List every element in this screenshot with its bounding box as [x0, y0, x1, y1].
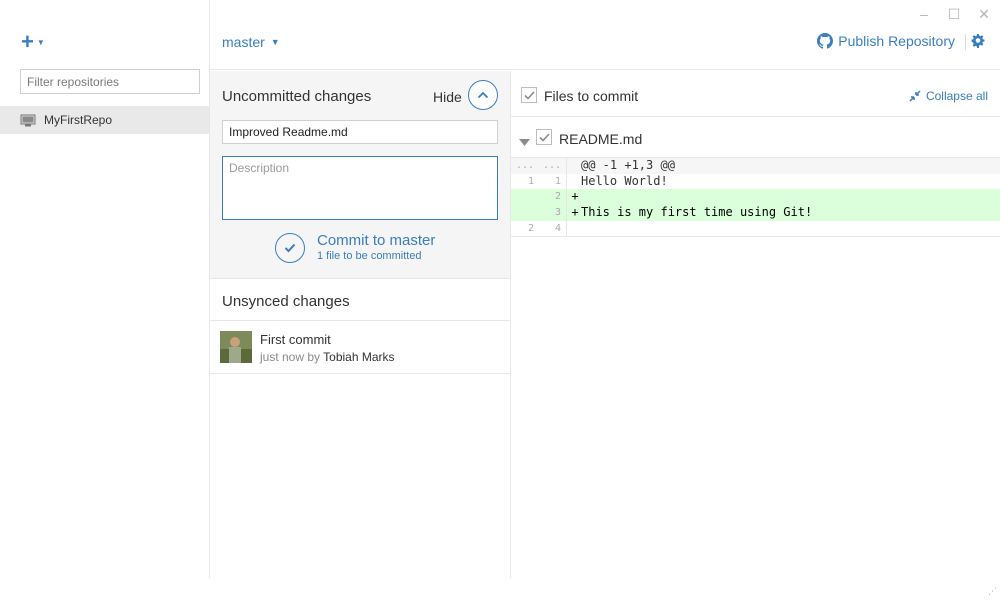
plus-icon: + [21, 29, 34, 54]
commit-label: Commit to master [317, 232, 436, 249]
repository-sidebar: + ▼ MyFirstRepo [0, 0, 210, 578]
top-bar: master ▼ Publish Repository [210, 0, 1000, 70]
add-repository-button[interactable]: + ▼ [21, 29, 45, 54]
branch-name: master [222, 34, 265, 50]
file-checkbox[interactable] [536, 129, 552, 145]
new-line-number: 4 [539, 220, 567, 236]
filter-repositories-input[interactable] [20, 69, 200, 94]
commit-title: First commit [260, 332, 331, 347]
branch-selector[interactable]: master ▼ [222, 34, 280, 50]
diff-code: Hello World! [581, 173, 668, 188]
files-to-commit-checkbox[interactable] [521, 87, 537, 103]
commit-file-count: 1 file to be committed [317, 250, 422, 262]
diff-line: 1 1 Hello World! [511, 173, 1000, 190]
commit-author: Tobiah Marks [323, 350, 395, 364]
publish-label: Publish Repository [838, 33, 955, 49]
diff-line-added: 2 + [511, 189, 1000, 205]
old-line-number: 2 [527, 222, 534, 234]
files-to-commit-header: Files to commit Collapse all [511, 71, 1000, 117]
avatar [220, 331, 252, 363]
chevron-down-icon: ▼ [270, 37, 280, 47]
uncommitted-title: Uncommitted changes [222, 88, 372, 105]
collapse-icon [909, 90, 921, 102]
diff-marker: + [571, 204, 579, 219]
diff-hunk-header: ... ... @@ -1 +1,3 @@ [511, 158, 1000, 174]
commit-summary-input[interactable] [222, 120, 498, 144]
diff-marker [567, 221, 581, 237]
publish-repository-button[interactable]: Publish Repository [817, 33, 955, 49]
collapse-all-button[interactable]: Collapse all [909, 89, 988, 103]
old-line-number [511, 205, 539, 221]
file-name: README.md [559, 131, 643, 147]
computer-icon [20, 114, 36, 127]
commit-meta: just now by Tobiah Marks [260, 350, 395, 364]
new-line-number: ... [539, 158, 567, 174]
diff-column: Files to commit Collapse all README.md .… [511, 71, 1000, 578]
unsynced-title: Unsynced changes [210, 279, 510, 321]
commit-time: just now by [260, 350, 321, 364]
file-header: README.md [511, 117, 1000, 157]
old-line-number [511, 189, 539, 205]
files-to-commit-label: Files to commit [544, 88, 639, 104]
triangle-down-icon[interactable] [519, 133, 530, 151]
diff-marker [567, 174, 581, 190]
divider [965, 34, 966, 50]
hunk-text: @@ -1 +1,3 @@ [581, 158, 675, 172]
new-line-number: 2 [539, 189, 567, 205]
repo-name: MyFirstRepo [44, 113, 113, 127]
diff-code: This is my first time using Git! [581, 204, 813, 219]
new-line-number: 1 [539, 173, 567, 189]
commit-description-input[interactable] [222, 156, 498, 220]
chevron-up-icon[interactable] [468, 80, 498, 110]
list-item[interactable]: First commit just now by Tobiah Marks [210, 321, 510, 374]
chevron-down-icon: ▼ [36, 37, 45, 47]
gear-icon[interactable] [970, 33, 986, 49]
uncommitted-changes-panel: Uncommitted changes Hide Commit to maste… [210, 71, 510, 279]
commit-button[interactable]: Commit to master 1 file to be committed [275, 232, 435, 263]
hide-button[interactable]: Hide [433, 89, 462, 105]
diff-line-added: 3 + This is my first time using Git! [511, 204, 1000, 221]
sidebar-item-repo[interactable]: MyFirstRepo [0, 106, 209, 134]
github-icon [817, 33, 834, 49]
old-line-number: 1 [527, 175, 534, 187]
resize-grip-icon[interactable]: ⋰ [988, 586, 997, 597]
new-line-number: 3 [539, 204, 567, 221]
checkmark-icon [275, 232, 305, 263]
changes-column: Uncommitted changes Hide Commit to maste… [210, 71, 511, 578]
diff-marker: + [571, 189, 579, 203]
old-line-number: ... [515, 160, 534, 171]
diff-line: 2 4 [511, 220, 1000, 237]
diff-view: ... ... @@ -1 +1,3 @@ 1 1 Hello World! 2… [511, 157, 1000, 237]
collapse-all-label: Collapse all [925, 89, 988, 103]
